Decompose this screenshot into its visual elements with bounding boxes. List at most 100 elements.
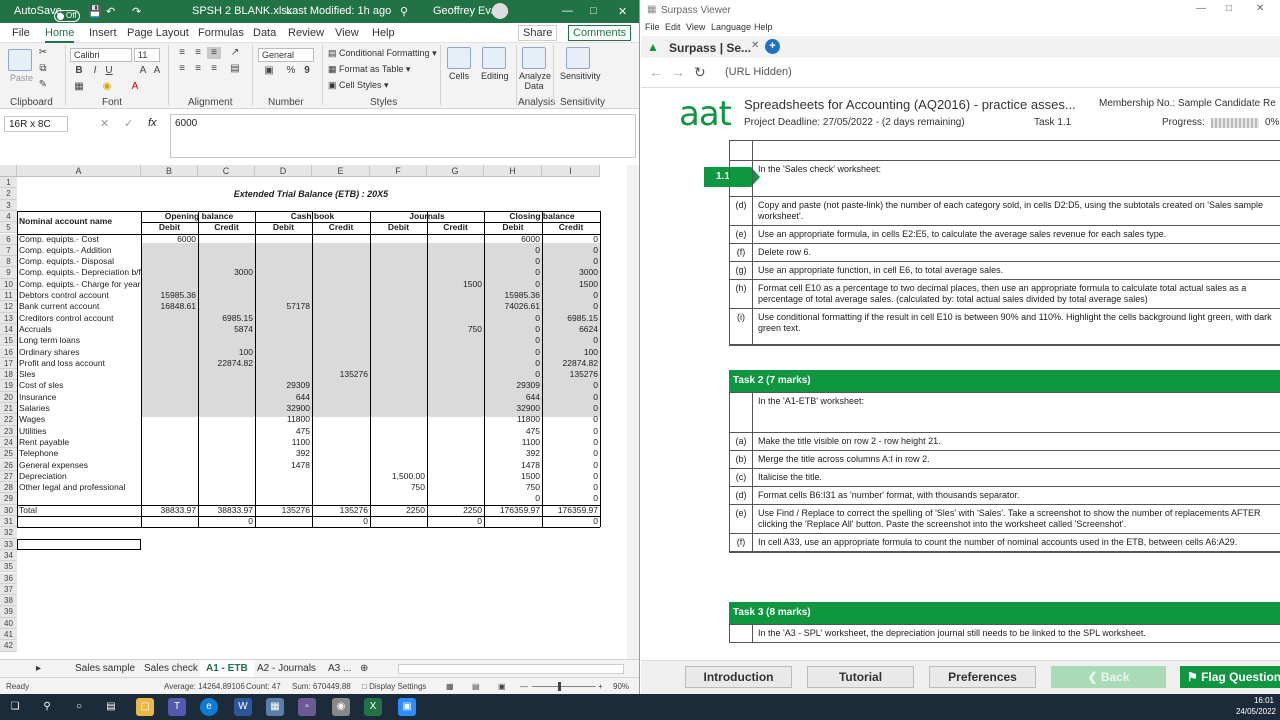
cell-d[interactable] bbox=[255, 335, 312, 346]
cell-f[interactable]: 1,500.00 bbox=[370, 471, 427, 482]
cell-c[interactable] bbox=[198, 256, 255, 267]
row-label-header[interactable]: Nominal account name bbox=[17, 216, 141, 227]
cell-a[interactable]: Rent payable bbox=[17, 437, 141, 448]
cell-a[interactable]: General expenses bbox=[17, 460, 141, 471]
cell-g[interactable] bbox=[427, 335, 484, 346]
cells-button[interactable]: Cells bbox=[449, 71, 469, 81]
cell-e[interactable]: 135276 bbox=[312, 369, 370, 380]
cell-d[interactable] bbox=[255, 290, 312, 301]
cell-f[interactable] bbox=[370, 301, 427, 312]
row-header[interactable]: 9 bbox=[0, 267, 17, 279]
row-header[interactable]: 40 bbox=[0, 617, 17, 629]
sub-header[interactable]: Debit bbox=[484, 222, 542, 233]
sub-header[interactable]: Credit bbox=[312, 222, 370, 233]
row-header[interactable]: 19 bbox=[0, 380, 17, 392]
cell-b[interactable] bbox=[141, 380, 198, 391]
row-header[interactable]: 1 bbox=[0, 177, 17, 189]
cell-e[interactable] bbox=[312, 471, 370, 482]
cell-b[interactable] bbox=[141, 471, 198, 482]
cell-b[interactable] bbox=[141, 437, 198, 448]
cells-icon[interactable] bbox=[447, 47, 471, 69]
cell-f[interactable] bbox=[370, 437, 427, 448]
cell-a[interactable]: Telephone bbox=[17, 448, 141, 459]
cell-g[interactable] bbox=[427, 358, 484, 369]
tab-formulas[interactable]: Formulas bbox=[198, 27, 244, 39]
cell-i[interactable]: 0 bbox=[542, 448, 600, 459]
introduction-button[interactable]: Introduction bbox=[685, 666, 792, 688]
cell-h[interactable]: 29309 bbox=[484, 380, 542, 391]
row-header[interactable]: 16 bbox=[0, 346, 17, 358]
close-icon[interactable]: ✕ bbox=[618, 5, 627, 18]
cell-e[interactable] bbox=[312, 380, 370, 391]
cell-g[interactable] bbox=[427, 403, 484, 414]
cell-g[interactable] bbox=[427, 290, 484, 301]
sensitivity-button[interactable]: Sensitivity bbox=[560, 71, 601, 81]
sheet-tab-a3[interactable]: A3 ... bbox=[328, 663, 351, 674]
normal-view-icon[interactable]: ▦ bbox=[446, 682, 454, 691]
sub-header[interactable]: Credit bbox=[198, 222, 255, 233]
cell-c[interactable]: 5874 bbox=[198, 324, 255, 335]
cell-b[interactable] bbox=[141, 256, 198, 267]
align-right-icon[interactable]: ≡ bbox=[207, 63, 221, 75]
sheet-nav-icon[interactable]: ▸ bbox=[36, 663, 41, 674]
cell-f[interactable] bbox=[370, 358, 427, 369]
cell-g[interactable] bbox=[427, 313, 484, 324]
excel-icon[interactable]: X bbox=[364, 698, 382, 716]
cell-a[interactable]: Long term loans bbox=[17, 335, 141, 346]
cell-c[interactable] bbox=[198, 403, 255, 414]
cell-b[interactable] bbox=[141, 516, 198, 527]
cell-e[interactable] bbox=[312, 234, 370, 245]
paste-icon[interactable] bbox=[8, 49, 32, 71]
function-icon[interactable]: fx bbox=[148, 117, 157, 129]
cell-i[interactable]: 100 bbox=[542, 347, 600, 358]
cell-g[interactable]: 750 bbox=[427, 324, 484, 335]
cell-i[interactable]: 22874.82 bbox=[542, 358, 600, 369]
row-header[interactable]: 15 bbox=[0, 335, 17, 347]
cell-i[interactable]: 0 bbox=[542, 380, 600, 391]
cell-a[interactable]: Comp. equipts.- Depreciation b/f bbox=[17, 267, 141, 278]
col-header-h[interactable]: H bbox=[484, 165, 542, 177]
cell-i[interactable]: 0 bbox=[542, 471, 600, 482]
cell-c[interactable] bbox=[198, 414, 255, 425]
cell-e[interactable] bbox=[312, 256, 370, 267]
cell-c[interactable]: 3000 bbox=[198, 267, 255, 278]
tab-insert[interactable]: Insert bbox=[89, 27, 117, 39]
cell-d[interactable] bbox=[255, 279, 312, 290]
browser-tab[interactable]: Surpass | Se... bbox=[669, 41, 751, 55]
avatar[interactable] bbox=[492, 3, 508, 19]
menu-view[interactable]: View bbox=[686, 22, 705, 32]
cell-i[interactable]: 0 bbox=[542, 403, 600, 414]
cell-e[interactable] bbox=[312, 290, 370, 301]
font-color-icon[interactable]: A bbox=[128, 81, 142, 93]
cell-i[interactable]: 176359.97 bbox=[542, 505, 600, 516]
col-header-b[interactable]: B bbox=[141, 165, 198, 177]
cell-c[interactable]: 0 bbox=[198, 516, 255, 527]
merge-icon[interactable]: ▤ bbox=[228, 63, 242, 75]
cell-f[interactable] bbox=[370, 279, 427, 290]
cell-g[interactable] bbox=[427, 448, 484, 459]
cell-f[interactable] bbox=[370, 403, 427, 414]
cell-b[interactable] bbox=[141, 482, 198, 493]
cell-b[interactable] bbox=[141, 245, 198, 256]
cell-f[interactable] bbox=[370, 347, 427, 358]
cell-g[interactable] bbox=[427, 369, 484, 380]
file-explorer-icon[interactable]: ▢ bbox=[136, 698, 154, 716]
conditional-formatting-button[interactable]: ▤ Conditional Formatting ▾ bbox=[328, 48, 437, 59]
cell-h[interactable]: 0 bbox=[484, 347, 542, 358]
orientation-icon[interactable]: ↗ bbox=[228, 47, 242, 59]
percent-icon[interactable]: % bbox=[284, 65, 298, 77]
row-header[interactable]: 22 bbox=[0, 414, 17, 426]
cell-i[interactable]: 135276 bbox=[542, 369, 600, 380]
cell-e[interactable] bbox=[312, 324, 370, 335]
cell-c[interactable] bbox=[198, 482, 255, 493]
flag-question-button[interactable]: ⚑ Flag Question bbox=[1180, 666, 1280, 688]
cell-h[interactable]: 0 bbox=[484, 358, 542, 369]
sheet-tab-sales-check[interactable]: Sales check bbox=[144, 663, 198, 674]
cell-h[interactable]: 74026.61 bbox=[484, 301, 542, 312]
tab-review[interactable]: Review bbox=[288, 27, 324, 39]
cell-h[interactable]: 176359.97 bbox=[484, 505, 542, 516]
page-break-icon[interactable]: ▣ bbox=[498, 682, 506, 691]
teams-icon[interactable]: T bbox=[168, 698, 186, 716]
cell-h[interactable]: 392 bbox=[484, 448, 542, 459]
sheet-tab-a2-journals[interactable]: A2 - Journals bbox=[257, 663, 316, 674]
